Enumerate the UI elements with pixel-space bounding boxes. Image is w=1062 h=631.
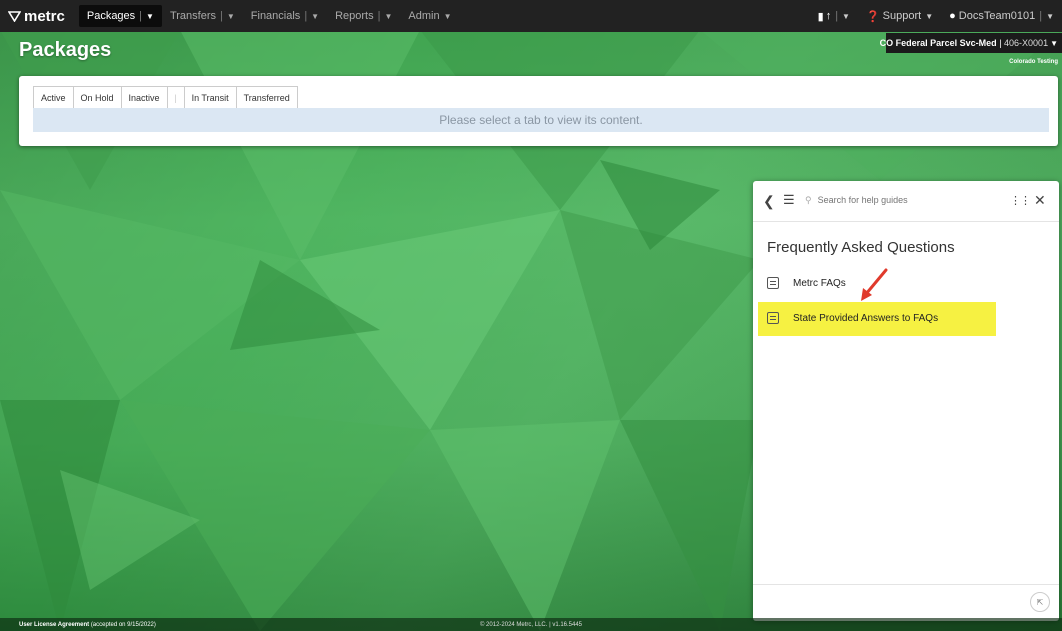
nav-reports-label: Reports xyxy=(335,10,374,22)
import-export-menu[interactable]: ▮ ↑ | ▼ xyxy=(810,0,858,32)
caret-down-icon: ▼ xyxy=(1046,11,1054,21)
caret-down-icon: ▼ xyxy=(925,11,934,21)
expand-icon[interactable]: ⇱ xyxy=(1030,592,1050,612)
close-icon[interactable]: ✕ xyxy=(1034,192,1046,209)
caret-down-icon: ▼ xyxy=(146,11,154,21)
faq-item-label: State Provided Answers to FAQs xyxy=(793,312,939,324)
question-circle-icon: ❓ xyxy=(865,10,880,23)
caret-down-icon: ▼ xyxy=(311,11,320,21)
tab-active[interactable]: Active xyxy=(33,86,74,108)
help-footer: ⇱ xyxy=(753,584,1059,621)
facility-selector[interactable]: CO Federal Parcel Svc-Med | 406-X0001 ▼ xyxy=(880,33,1062,53)
metrc-shield-icon xyxy=(8,10,21,22)
tab-on-hold[interactable]: On Hold xyxy=(72,86,122,108)
user-label: DocsTeam0101 xyxy=(958,10,1036,22)
help-header: ❮ ☰ ⚲ ⋮⋮ ✕ xyxy=(753,181,1059,222)
facility-license: 406-X0001 xyxy=(1004,38,1049,48)
brand-name: metrc xyxy=(24,7,65,25)
nav-transfers-label: Transfers xyxy=(169,10,216,22)
nav-separator: | xyxy=(1039,10,1043,22)
annotation-arrow-icon xyxy=(861,268,888,301)
packages-tab-panel: Active On Hold Inactive | In Transit Tra… xyxy=(19,76,1058,146)
nav-packages[interactable]: Packages | ▼ xyxy=(78,5,162,27)
tab-inactive[interactable]: Inactive xyxy=(120,86,168,108)
user-menu[interactable]: ● DocsTeam0101 | ▼ xyxy=(941,0,1062,32)
nav-admin-label: Admin xyxy=(408,10,440,22)
back-chevron-icon[interactable]: ❮ xyxy=(763,193,775,210)
region-label: Colorado Testing xyxy=(1009,59,1058,65)
faq-item-label: Metrc FAQs xyxy=(793,277,846,289)
page-title: Packages xyxy=(19,39,112,61)
tab-strip: Active On Hold Inactive | In Transit Tra… xyxy=(33,86,298,109)
nav-separator: | xyxy=(377,10,381,22)
faq-section-title: Frequently Asked Questions xyxy=(767,239,955,256)
caret-down-icon: ▼ xyxy=(842,11,850,21)
caret-down-icon: ▼ xyxy=(443,11,452,21)
support-menu[interactable]: ❓ Support ▼ xyxy=(858,0,941,32)
nav-packages-label: Packages xyxy=(86,10,136,22)
navbar-right: ▮ ↑ | ▼ ❓ Support ▼ ● DocsTeam0101 | ▼ xyxy=(810,0,1062,32)
page-footer: User License Agreement (accepted on 9/15… xyxy=(0,618,1062,631)
nav-financials[interactable]: Financials | ▼ xyxy=(243,0,327,32)
facility-separator: | xyxy=(996,38,1005,48)
caret-down-icon: ▼ xyxy=(226,11,235,21)
nav-financials-label: Financials xyxy=(250,10,301,22)
tab-in-transit[interactable]: In Transit xyxy=(183,86,237,108)
nav-transfers[interactable]: Transfers | ▼ xyxy=(162,0,243,32)
user-icon: ● xyxy=(949,10,956,22)
faq-item-metrc-faqs[interactable]: Metrc FAQs xyxy=(767,277,846,289)
facility-name: CO Federal Parcel Svc-Med xyxy=(879,38,997,48)
building-icon: ▮ xyxy=(817,10,824,23)
help-guides-panel: ❮ ☰ ⚲ ⋮⋮ ✕ Frequently Asked Questions Me… xyxy=(753,181,1059,621)
tab-divider: | xyxy=(166,86,185,108)
help-search: ⚲ xyxy=(805,194,940,206)
upload-arrow-icon: ↑ xyxy=(825,10,832,22)
nav-separator: | xyxy=(220,10,223,22)
tab-transferred[interactable]: Transferred xyxy=(235,86,298,108)
nav-separator: | xyxy=(835,10,839,22)
nav-admin[interactable]: Admin ▼ xyxy=(400,0,459,32)
nav-reports[interactable]: Reports | ▼ xyxy=(327,0,400,32)
drag-handle-icon[interactable]: ⋮⋮ xyxy=(1010,194,1031,207)
metrc-logo[interactable]: metrc xyxy=(0,8,79,25)
search-icon: ⚲ xyxy=(805,194,812,205)
document-icon xyxy=(767,277,779,289)
nav-separator: | xyxy=(304,10,308,22)
document-icon xyxy=(767,312,779,324)
caret-down-icon: ▼ xyxy=(384,11,393,21)
empty-tab-message: Please select a tab to view its content. xyxy=(33,108,1049,132)
nav-separator: | xyxy=(139,10,143,22)
support-label: Support xyxy=(882,10,922,22)
help-search-input[interactable] xyxy=(815,194,940,206)
faq-item-state-answers[interactable]: State Provided Answers to FAQs xyxy=(767,312,938,324)
copyright-text: © 2012-2024 Metrc, LLC. | v1.16.5445 xyxy=(479,621,583,628)
caret-down-icon: ▼ xyxy=(1050,38,1058,48)
top-navbar: metrc Packages | ▼ Transfers | ▼ Financi… xyxy=(0,0,1062,32)
menu-icon[interactable]: ☰ xyxy=(783,192,795,208)
